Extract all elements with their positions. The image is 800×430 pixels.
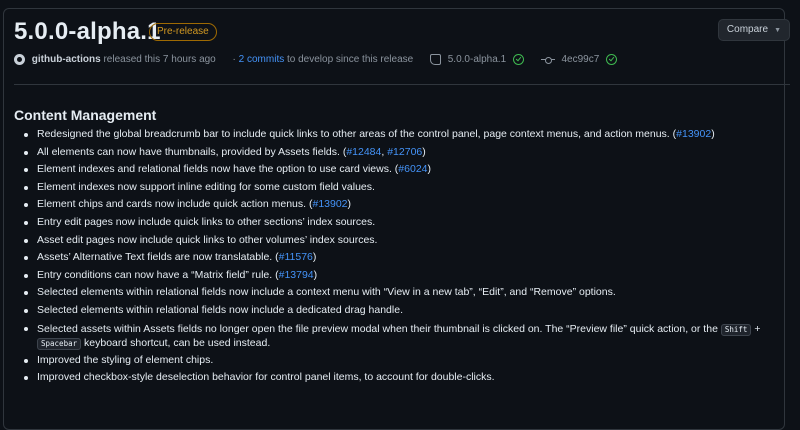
issue-link[interactable]: #13902 <box>676 128 711 140</box>
kbd-joiner: + <box>751 322 761 335</box>
issue-link[interactable]: #6024 <box>398 163 427 175</box>
list-item-text: Selected assets within Assets fields no … <box>37 322 721 335</box>
commits-link[interactable]: 2 commits <box>239 54 285 65</box>
list-item: Element chips and cards now include quic… <box>22 196 764 214</box>
chevron-down-icon: ▼ <box>774 27 781 34</box>
issue-link[interactable]: #12706 <box>387 146 422 158</box>
list-item-text: Redesigned the global breadcrumb bar to … <box>37 128 677 140</box>
list-item: All elements can now have thumbnails, pr… <box>22 144 764 162</box>
commit-link[interactable]: 4ec99c7 <box>561 54 599 65</box>
kbd-key: Shift <box>720 323 752 336</box>
list-item-tail: ) <box>711 128 715 140</box>
list-item-tail: ) <box>422 145 426 158</box>
list-item: Element indexes now support inline editi… <box>22 179 764 197</box>
check-circle-icon <box>512 54 524 65</box>
list-item-text: Improved checkbox-style deselection beha… <box>37 371 495 384</box>
list-item: Redesigned the global breadcrumb bar to … <box>22 126 764 144</box>
list-item-text: Assets’ Alternative Text fields are now … <box>37 251 279 264</box>
list-item-text: Selected elements within relational fiel… <box>37 303 403 316</box>
list-item-text: Improved the styling of element chips. <box>37 353 214 366</box>
list-item-text: Entry edit pages now include quick links… <box>37 215 376 228</box>
release-notes-list: Redesigned the global breadcrumb bar to … <box>22 126 764 387</box>
issue-link[interactable]: #11576 <box>279 251 313 263</box>
list-item: Entry edit pages now include quick links… <box>22 214 764 232</box>
release-title[interactable]: 5.0.0-alpha.1 <box>14 18 161 46</box>
list-item-tail: ) <box>313 268 318 281</box>
release-meta: github-actions released this 7 hours ago… <box>14 54 618 70</box>
list-item-text: Selected elements within relational fiel… <box>37 286 616 299</box>
check-circle-icon <box>606 54 618 65</box>
commits-suffix: to develop since this release <box>287 54 414 65</box>
tag-icon <box>429 54 441 65</box>
list-item-tail: ) <box>312 251 317 264</box>
list-item-text: Asset edit pages now include quick links… <box>37 233 378 246</box>
meta-separator: · <box>232 54 236 65</box>
list-item: Improved checkbox-style deselection beha… <box>22 369 764 387</box>
list-item: Selected elements within relational fiel… <box>22 302 764 320</box>
list-item-text: Entry conditions can now have a “Matrix … <box>37 268 279 281</box>
list-item-text: Element chips and cards now include quic… <box>37 198 313 211</box>
issue-link[interactable]: #13794 <box>279 269 314 281</box>
list-item: Selected elements within relational fiel… <box>22 284 764 302</box>
released-text: released this 7 hours ago <box>103 54 216 65</box>
list-item-tail: keyboard shortcut, can be used instead. <box>81 336 271 349</box>
prerelease-badge: Pre-release <box>149 23 217 41</box>
tag-link[interactable]: 5.0.0-alpha.1 <box>448 54 506 65</box>
list-item: Assets’ Alternative Text fields are now … <box>22 249 764 267</box>
list-item: Element indexes and relational fields no… <box>22 161 764 179</box>
header-divider <box>14 84 790 85</box>
compare-label: Compare <box>726 24 769 35</box>
list-item-text: All elements can now have thumbnails, pr… <box>37 145 347 158</box>
list-item-text: Element indexes and relational fields no… <box>37 163 399 176</box>
list-item-tail: ) <box>427 163 432 176</box>
compare-button[interactable]: Compare ▼ <box>717 19 790 41</box>
list-item-text: Element indexes now support inline editi… <box>37 180 375 193</box>
section-heading: Content Management <box>14 107 157 123</box>
list-item: Improved the styling of element chips. <box>22 352 764 370</box>
issue-link[interactable]: #13902 <box>312 198 347 210</box>
issue-link[interactable]: #12484 <box>346 146 381 158</box>
kbd-key: Spacebar <box>37 337 82 350</box>
list-item-tail: ) <box>347 198 352 211</box>
list-item: Entry conditions can now have a “Matrix … <box>22 267 764 285</box>
commit-icon <box>540 56 555 64</box>
github-icon <box>14 54 25 65</box>
list-item: Asset edit pages now include quick links… <box>22 232 764 250</box>
list-item: Selected assets within Assets fields no … <box>22 320 764 352</box>
author-link[interactable]: github-actions <box>32 54 101 65</box>
